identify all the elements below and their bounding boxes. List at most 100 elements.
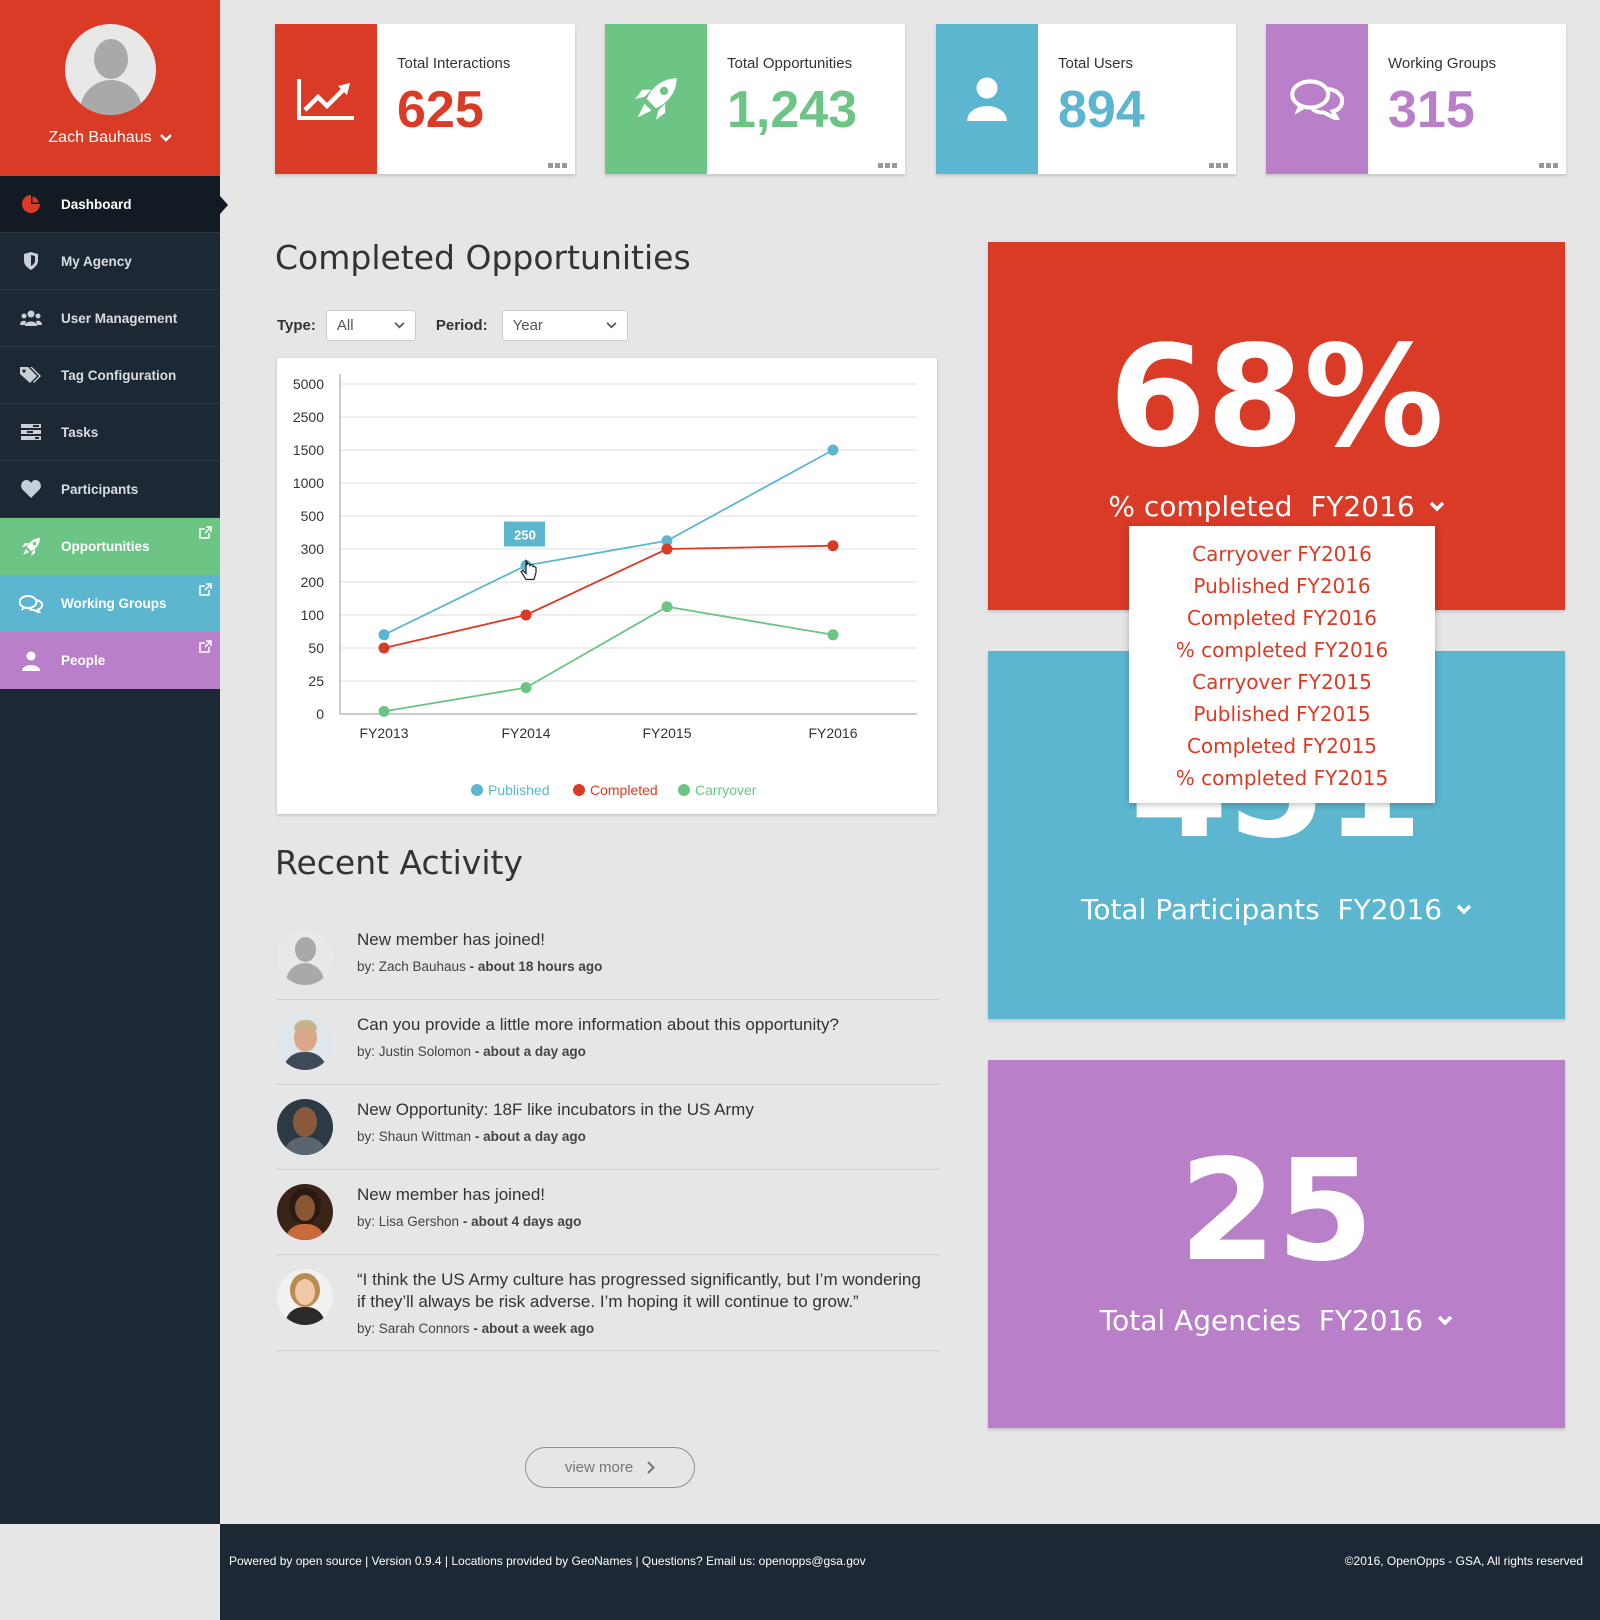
chat-icon	[18, 594, 43, 613]
activity-text[interactable]: Can you provide a little more informatio…	[357, 1014, 839, 1036]
shield-icon	[23, 252, 38, 270]
avatar[interactable]	[277, 1014, 333, 1070]
avatar[interactable]	[277, 1099, 333, 1155]
more-options-icon[interactable]	[1209, 163, 1228, 168]
stat-label: Total Users	[1058, 55, 1134, 72]
stat-label: Working Groups	[1388, 55, 1497, 72]
sidebar-item-label: Tasks	[61, 424, 99, 440]
avatar[interactable]	[277, 1184, 333, 1240]
user-menu-toggle[interactable]: Zach Bauhaus	[48, 129, 172, 147]
avatar[interactable]	[64, 24, 156, 115]
sidebar-item-tag-configuration[interactable]: Tag Configuration	[0, 347, 220, 404]
view-more-button[interactable]: view more	[525, 1447, 695, 1488]
legend-marker	[471, 784, 483, 796]
dropdown-option[interactable]: Carryover FY2015	[1129, 666, 1435, 698]
x-tick-label: FY2016	[808, 725, 857, 741]
list-item[interactable]: New Opportunity: 18F like incubators in …	[277, 1085, 939, 1170]
sidebar-item-user-management[interactable]: User Management	[0, 290, 220, 347]
sidebar-item-label: User Management	[61, 310, 178, 326]
activity-text[interactable]: “I think the US Army culture has progres…	[357, 1269, 929, 1313]
sidebar-item-working-groups[interactable]: Working Groups	[0, 575, 220, 632]
sidebar-item-participants[interactable]: Participants	[0, 461, 220, 518]
activity-list: New member has joined! by: Zach Bauhaus …	[277, 915, 939, 1352]
data-point-carryover	[661, 601, 673, 613]
dropdown-option[interactable]: Published FY2015	[1129, 698, 1435, 730]
activity-time: - about a day ago	[474, 1044, 586, 1060]
type-select-value: All	[336, 317, 354, 334]
dropdown-option[interactable]: Carryover FY2016	[1129, 538, 1435, 570]
sidebar-item-tasks[interactable]: Tasks	[0, 404, 220, 461]
list-item[interactable]: “I think the US Army culture has progres…	[277, 1255, 939, 1352]
line-chart: 500025001500100050030020010050250FY2013 F…	[293, 374, 917, 798]
type-select[interactable]: All	[325, 310, 416, 341]
x-tick-label: FY2013	[359, 725, 408, 741]
avatar[interactable]	[277, 929, 333, 985]
tags-icon	[19, 367, 41, 383]
dropdown-option[interactable]: % completed FY2016	[1129, 634, 1435, 666]
sidebar-item-label: Dashboard	[61, 196, 132, 212]
avatar[interactable]	[277, 1269, 333, 1325]
user-icon	[967, 77, 1007, 121]
data-point-carryover	[827, 629, 839, 641]
dropdown-option[interactable]: Completed FY2016	[1129, 602, 1435, 634]
sidebar-item-label: Participants	[61, 481, 139, 497]
list-item[interactable]: Can you provide a little more informatio…	[277, 1000, 939, 1085]
activity-author[interactable]: by: Justin Solomon	[357, 1044, 471, 1059]
stat-card-users[interactable]: Total Users 894	[936, 24, 1236, 174]
more-options-icon[interactable]	[548, 163, 567, 168]
participants-caption: Total Participants FY2016	[1080, 893, 1443, 926]
data-point-completed	[661, 543, 673, 555]
activity-time: - about a day ago	[474, 1129, 586, 1145]
activity-author[interactable]: by: Lisa Gershon	[357, 1214, 459, 1229]
type-label: Type:	[277, 317, 316, 334]
stat-value: 1,243	[727, 81, 858, 139]
stat-label: Total Interactions	[397, 55, 511, 72]
legend-label: Published	[488, 782, 550, 798]
activity-author[interactable]: by: Shaun Wittman	[357, 1129, 471, 1144]
sidebar-item-my-agency[interactable]: My Agency	[0, 233, 220, 290]
dropdown-option[interactable]: Published FY2016	[1129, 570, 1435, 602]
dropdown-option[interactable]: % completed FY2015	[1129, 762, 1435, 794]
recent-activity-title: Recent Activity	[275, 843, 523, 882]
activity-author[interactable]: by: Zach Bauhaus	[357, 959, 466, 974]
sidebar-item-dashboard[interactable]: Dashboard	[0, 176, 228, 233]
sidebar-item-people[interactable]: People	[0, 632, 220, 689]
data-point-completed	[827, 540, 839, 552]
y-tick-label: 0	[316, 706, 324, 722]
agencies-selector[interactable]: Total Agencies FY2016	[988, 1304, 1565, 1337]
stat-card-working-groups[interactable]: Working Groups 315	[1266, 24, 1566, 174]
list-item[interactable]: New member has joined! by: Zach Bauhaus …	[277, 915, 939, 1000]
footer-info: Powered by open source | Version 0.9.4 |…	[229, 1554, 866, 1568]
stat-card-interactions[interactable]: Total Interactions 625	[275, 24, 575, 174]
stat-value: 894	[1058, 81, 1145, 139]
external-link-icon	[199, 640, 212, 653]
chevron-down-icon	[1456, 904, 1472, 915]
chat-bubbles-icon	[1290, 79, 1344, 120]
participants-selector[interactable]: Total Participants FY2016	[988, 893, 1565, 926]
tooltip-value: 250	[514, 528, 536, 543]
period-select[interactable]: Year	[501, 310, 628, 341]
stat-card-opportunities[interactable]: Total Opportunities 1,243	[605, 24, 905, 174]
period-select-value: Year	[512, 317, 543, 334]
activity-author[interactable]: by: Sarah Connors	[357, 1321, 470, 1336]
data-point-published	[827, 444, 839, 456]
person-icon	[21, 651, 40, 671]
more-options-icon[interactable]	[878, 163, 897, 168]
chart-filters: Type: All Period: Year	[277, 310, 628, 341]
completed-percent-selector[interactable]: % completed FY2016	[988, 490, 1565, 523]
sidebar-item-label: Tag Configuration	[61, 367, 177, 383]
data-point-carryover	[520, 682, 532, 694]
activity-text[interactable]: New Opportunity: 18F like incubators in …	[357, 1099, 754, 1121]
activity-text[interactable]: New member has joined!	[357, 1184, 581, 1206]
x-tick-label: FY2015	[642, 725, 691, 741]
dropdown-option[interactable]: Completed FY2015	[1129, 730, 1435, 762]
sidebar-item-opportunities[interactable]: Opportunities	[0, 518, 220, 575]
more-options-icon[interactable]	[1539, 163, 1558, 168]
stat-value: 315	[1388, 81, 1475, 139]
sidebar-item-label: My Agency	[61, 253, 132, 269]
list-item[interactable]: New member has joined! by: Lisa Gershon …	[277, 1170, 939, 1255]
pie-chart-icon	[21, 195, 40, 213]
activity-text[interactable]: New member has joined!	[357, 929, 602, 951]
trend-chart-icon	[297, 79, 354, 120]
y-tick-label: 1000	[293, 475, 324, 491]
